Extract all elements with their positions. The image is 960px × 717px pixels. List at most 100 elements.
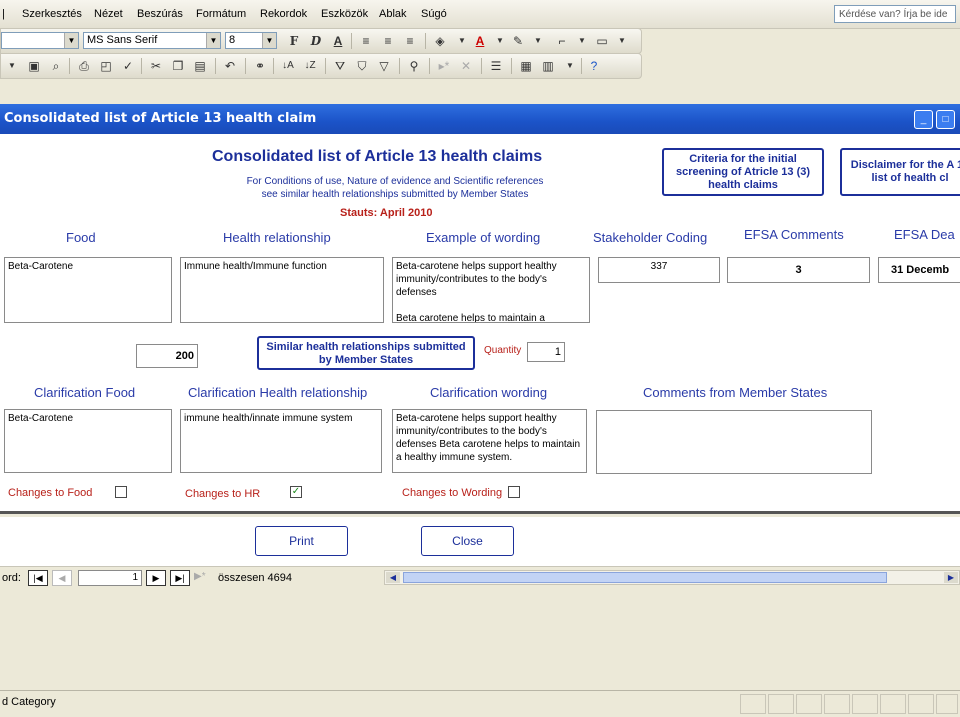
minimize-icon[interactable]: _	[914, 110, 933, 129]
changes-hr-checkbox[interactable]: ✓	[290, 486, 302, 498]
menu-item-tools[interactable]: Eszközök	[321, 8, 368, 20]
align-left-icon[interactable]: ≡	[357, 32, 375, 50]
filter-by-form-icon[interactable]: ⛉	[353, 57, 371, 75]
new-object-icon[interactable]: ▥	[539, 57, 557, 75]
database-window-icon[interactable]: ▦	[517, 57, 535, 75]
record-label: ord:	[2, 572, 21, 584]
close-button[interactable]: Close	[421, 526, 514, 556]
toolbar-separator	[69, 58, 70, 74]
disclaimer-button[interactable]: Disclaimer for the A 13 list of health c…	[840, 148, 960, 196]
changes-wording-checkbox[interactable]	[508, 486, 520, 498]
chevron-down-icon[interactable]: ▼	[206, 33, 220, 48]
chevron-down-icon[interactable]: ▼	[613, 32, 631, 50]
special-effect-icon[interactable]: ▭	[593, 32, 611, 50]
efsa-comments-label: EFSA Comments	[744, 227, 844, 242]
menu-item-edit[interactable]: Szerkesztés	[22, 8, 82, 20]
font-name-select[interactable]: MS Sans Serif ▼	[83, 32, 221, 49]
print-button[interactable]: Print	[255, 526, 348, 556]
new-record-icon[interactable]: ▸*	[435, 57, 453, 75]
object-select[interactable]: ▼	[1, 32, 79, 49]
example-wording-field[interactable]: Beta-carotene helps support healthy immu…	[392, 257, 590, 323]
chevron-down-icon[interactable]: ▼	[529, 32, 547, 50]
print-preview-icon[interactable]: ◰	[97, 57, 115, 75]
chevron-down-icon[interactable]: ▼	[64, 33, 78, 48]
font-size-select[interactable]: 8 ▼	[225, 32, 277, 49]
find-icon[interactable]: ⚲	[405, 57, 423, 75]
delete-record-icon[interactable]: ✕	[457, 57, 475, 75]
bold-button[interactable]: F	[285, 32, 303, 50]
help-icon[interactable]: ?	[585, 57, 603, 75]
stakeholder-coding-field[interactable]: 337	[598, 257, 720, 283]
hyperlink-icon[interactable]: ⚭	[251, 57, 269, 75]
food-field[interactable]: Beta-Carotene	[4, 257, 172, 323]
similar-relationships-button[interactable]: Similar health relationships submitted b…	[257, 336, 475, 370]
sort-ascending-icon[interactable]: ↓A	[279, 57, 297, 75]
status-panel	[936, 694, 958, 714]
horizontal-scrollbar[interactable]: ◀ ▶	[384, 570, 960, 585]
italic-button[interactable]: D	[307, 32, 325, 50]
next-record-icon[interactable]: ▶	[146, 570, 166, 586]
chevron-down-icon[interactable]: ▼	[561, 57, 579, 75]
menu-left-edge: |	[2, 8, 5, 20]
chevron-down-icon[interactable]: ▼	[491, 32, 509, 50]
print-icon[interactable]: ⎙	[75, 57, 93, 75]
cut-icon[interactable]: ✂	[147, 57, 165, 75]
toolbar-separator	[399, 58, 400, 74]
view-dropdown-icon[interactable]: ▼	[3, 57, 21, 75]
chevron-down-icon[interactable]: ▼	[453, 32, 471, 50]
search-file-icon[interactable]: ⌕	[47, 57, 65, 75]
sort-descending-icon[interactable]: ↓Z	[301, 57, 319, 75]
fill-color-icon[interactable]: ◈	[431, 32, 449, 50]
clarification-food-field[interactable]: Beta-Carotene	[4, 409, 172, 473]
example-wording-label: Example of wording	[426, 230, 541, 245]
changes-food-checkbox[interactable]	[115, 486, 127, 498]
line-color-icon[interactable]: ✎	[509, 32, 527, 50]
scroll-left-icon[interactable]: ◀	[386, 572, 400, 583]
status-panel	[740, 694, 766, 714]
comments-ms-label: Comments from Member States	[643, 385, 828, 400]
font-color-icon[interactable]: A	[471, 32, 489, 50]
align-center-icon[interactable]: ≡	[379, 32, 397, 50]
apply-filter-icon[interactable]: ▽	[375, 57, 393, 75]
menu-item-format[interactable]: Formátum	[196, 8, 246, 20]
filter-by-selection-icon[interactable]: ⛛	[331, 57, 349, 75]
last-record-icon[interactable]: ▶|	[170, 570, 190, 586]
properties-icon[interactable]: ☰	[487, 57, 505, 75]
undo-icon[interactable]: ↶	[221, 57, 239, 75]
copy-icon[interactable]: ❐	[169, 57, 187, 75]
chevron-down-icon[interactable]: ▼	[262, 33, 276, 48]
previous-record-icon[interactable]: ◀	[52, 570, 72, 586]
comments-ms-field[interactable]	[596, 410, 872, 474]
paste-icon[interactable]: ▤	[191, 57, 209, 75]
menu-item-insert[interactable]: Beszúrás	[137, 8, 183, 20]
efsa-deadline-field[interactable]: 31 Decemb	[878, 257, 960, 283]
clarification-hr-field[interactable]: immune health/innate immune system	[180, 409, 382, 473]
criteria-button[interactable]: Criteria for the initial screening of At…	[662, 148, 824, 196]
quantity-field[interactable]: 1	[527, 342, 565, 362]
menu-item-window[interactable]: Ablak	[379, 8, 407, 20]
clarification-wording-field[interactable]: Beta-carotene helps support healthy immu…	[392, 409, 587, 473]
id-number-field[interactable]: 200	[136, 344, 198, 368]
health-relationship-field[interactable]: Immune health/Immune function	[180, 257, 384, 323]
menu-item-view[interactable]: Nézet	[94, 8, 123, 20]
menu-item-help[interactable]: Súgó	[421, 8, 447, 20]
scroll-thumb[interactable]	[403, 572, 887, 583]
spelling-icon[interactable]: ✓	[119, 57, 137, 75]
food-label: Food	[66, 230, 96, 245]
first-record-icon[interactable]: |◀	[28, 570, 48, 586]
help-search-input[interactable]: Kérdése van? Írja be ide	[834, 5, 956, 23]
new-record-nav-icon[interactable]: ▶*	[194, 571, 206, 582]
menu-item-records[interactable]: Rekordok	[260, 8, 307, 20]
toolbar-separator	[325, 58, 326, 74]
save-icon[interactable]: ▣	[25, 57, 43, 75]
chevron-down-icon[interactable]: ▼	[573, 32, 591, 50]
underline-button[interactable]: A	[329, 32, 347, 50]
align-right-icon[interactable]: ≡	[401, 32, 419, 50]
changes-hr-label: Changes to HR	[185, 488, 261, 500]
toolbar-separator	[581, 58, 582, 74]
record-number-input[interactable]: 1	[78, 570, 142, 586]
efsa-comments-field[interactable]: 3	[727, 257, 870, 283]
scroll-right-icon[interactable]: ▶	[944, 572, 958, 583]
maximize-icon[interactable]: □	[936, 110, 955, 129]
border-width-icon[interactable]: ⌐	[553, 32, 571, 50]
